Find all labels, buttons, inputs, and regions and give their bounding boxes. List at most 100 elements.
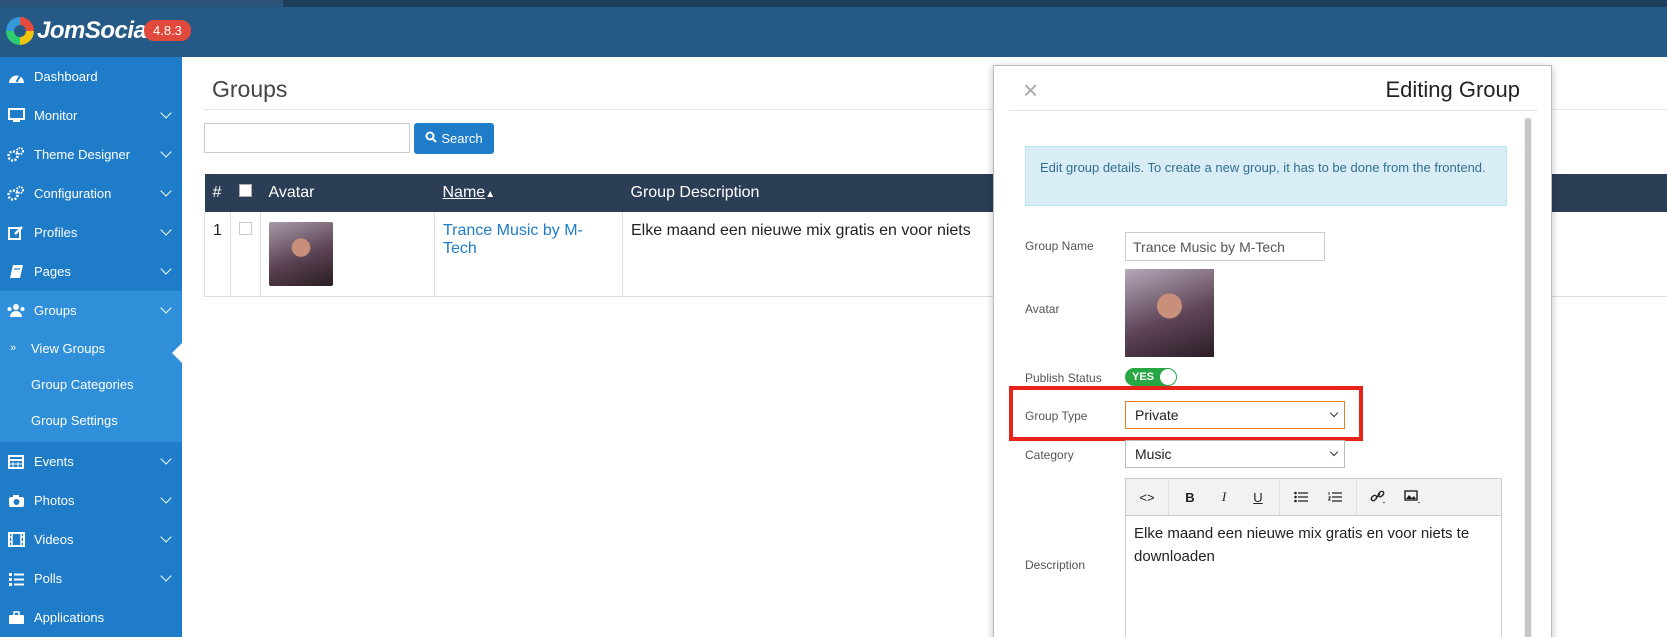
sidebar-item-configuration[interactable]: Configuration <box>0 174 182 213</box>
sidebar-item-theme-designer[interactable]: Theme Designer <box>0 135 182 174</box>
image-icon[interactable] <box>1395 479 1429 515</box>
chevron-down-icon <box>160 185 172 197</box>
toolbar-group-insert <box>1357 479 1433 515</box>
info-alert: Edit group details. To create a new grou… <box>1025 146 1507 206</box>
logo-text: JomSocial <box>37 17 153 44</box>
sidebar-item-profiles[interactable]: Profiles <box>0 213 182 252</box>
publish-status-toggle[interactable]: YES <box>1125 368 1177 386</box>
groups-submenu: » View Groups Group Categories Group Set… <box>0 330 182 442</box>
version-badge: 4.8.3 <box>144 20 191 41</box>
app-header: JomSocial 4.8.3 <box>0 7 1667 57</box>
search-input[interactable] <box>204 123 410 153</box>
sidebar-subitem-label: Group Categories <box>31 376 134 392</box>
sidebar-item-label: Polls <box>34 571 63 586</box>
toolbar-group-code: <> <box>1126 479 1169 515</box>
calendar-icon <box>6 454 26 470</box>
sidebar-item-monitor[interactable]: Monitor <box>0 96 182 135</box>
search-button[interactable]: Search <box>414 123 494 154</box>
book-icon <box>6 264 26 280</box>
sidebar-item-label: Events <box>34 454 74 469</box>
sidebar-item-groups[interactable]: Groups <box>0 291 182 330</box>
active-pointer <box>172 343 182 363</box>
cogs-icon <box>6 147 26 163</box>
sidebar-item-events[interactable]: Events <box>0 442 182 481</box>
edit-icon <box>6 225 26 241</box>
list-icon <box>6 571 26 587</box>
group-name-link[interactable]: Trance Music by M-Tech <box>443 222 583 257</box>
select-all-checkbox[interactable] <box>238 184 252 197</box>
group-type-label: Group Type <box>1025 409 1088 423</box>
chevron-down-icon <box>160 146 172 158</box>
sidebar-item-photos[interactable]: Photos <box>0 481 182 520</box>
sidebar-item-polls[interactable]: Polls <box>0 559 182 598</box>
sidebar-item-label: Videos <box>34 532 74 547</box>
link-icon[interactable] <box>1361 479 1395 515</box>
sidebar-subitem-group-settings[interactable]: Group Settings <box>0 402 182 438</box>
sidebar-item-label: Applications <box>34 610 105 625</box>
category-select[interactable]: Music <box>1125 440 1345 468</box>
top-strip <box>0 0 1667 7</box>
underline-button[interactable]: U <box>1241 479 1275 515</box>
row-checkbox[interactable] <box>239 222 252 235</box>
row-checkbox-cell[interactable] <box>230 212 261 297</box>
sort-ascending-icon: ▲ <box>485 189 496 200</box>
row-avatar-cell <box>260 212 435 297</box>
category-label: Category <box>1025 448 1074 462</box>
category-value: Music <box>1135 446 1172 462</box>
users-icon <box>6 303 26 319</box>
editing-group-modal: × Editing Group Edit group details. To c… <box>993 65 1552 637</box>
chevron-down-icon <box>160 570 172 582</box>
chevron-down-icon <box>160 453 172 465</box>
avatar-label: Avatar <box>1025 302 1060 316</box>
group-avatar[interactable] <box>269 222 333 286</box>
sidebar-subitem-group-categories[interactable]: Group Categories <box>0 366 182 402</box>
italic-button[interactable]: I <box>1207 479 1241 515</box>
column-header-name[interactable]: Name▲ <box>434 174 623 212</box>
group-name-input[interactable]: Trance Music by M-Tech <box>1125 232 1325 261</box>
chevron-down-icon <box>160 302 172 314</box>
jomsocial-logo[interactable]: JomSocial <box>6 17 153 45</box>
sidebar-item-applications[interactable]: Applications <box>0 598 182 637</box>
group-avatar-image[interactable] <box>1125 269 1214 357</box>
scrollbar-thumb[interactable] <box>1525 118 1531 637</box>
chevron-down-icon <box>1329 408 1339 418</box>
description-editor: <> B I U Elke maand een nieuwe mix grati… <box>1125 478 1502 637</box>
search-icon <box>425 131 438 146</box>
monitor-icon <box>6 108 26 124</box>
numbered-list-icon[interactable] <box>1318 479 1352 515</box>
briefcase-icon <box>6 610 26 626</box>
sort-name-link[interactable]: Name <box>443 184 486 201</box>
sidebar-item-label: Profiles <box>34 225 78 240</box>
sidebar-item-videos[interactable]: Videos <box>0 520 182 559</box>
modal-divider <box>1009 110 1537 111</box>
publish-status-label: Publish Status <box>1025 371 1102 385</box>
sidebar-item-pages[interactable]: Pages <box>0 252 182 291</box>
sidebar-subitem-label: View Groups <box>31 340 106 356</box>
editor-content[interactable]: Elke maand een nieuwe mix gratis en voor… <box>1126 516 1501 574</box>
cogs-icon <box>6 186 26 202</box>
row-number: 1 <box>204 212 231 297</box>
sidebar-item-label: Photos <box>34 493 75 508</box>
close-icon[interactable]: × <box>1023 75 1038 106</box>
editor-toolbar: <> B I U <box>1126 479 1501 516</box>
description-label: Description <box>1025 558 1086 572</box>
dashboard-icon <box>6 69 26 85</box>
sidebar-item-label: Theme Designer <box>34 147 131 162</box>
toggle-state-label: YES <box>1132 371 1155 383</box>
group-type-select[interactable]: Private <box>1125 401 1345 429</box>
code-view-button[interactable]: <> <box>1130 479 1164 515</box>
sidebar-item-dashboard[interactable]: Dashboard <box>0 57 182 96</box>
chevron-down-icon <box>160 492 172 504</box>
column-header-select-all[interactable] <box>230 174 261 212</box>
sidebar-subitem-view-groups[interactable]: » View Groups <box>0 330 182 366</box>
sidebar-item-label: Configuration <box>34 186 112 201</box>
toggle-knob <box>1160 369 1176 385</box>
double-chevron-right-icon: » <box>10 342 17 354</box>
modal-title: Editing Group <box>1385 77 1520 102</box>
column-header-avatar: Avatar <box>260 174 435 212</box>
modal-scrollbar[interactable] <box>1524 118 1532 637</box>
bullet-list-icon[interactable] <box>1284 479 1318 515</box>
sidebar-item-label: Dashboard <box>34 69 98 84</box>
chevron-down-icon <box>1329 447 1339 457</box>
bold-button[interactable]: B <box>1173 479 1207 515</box>
